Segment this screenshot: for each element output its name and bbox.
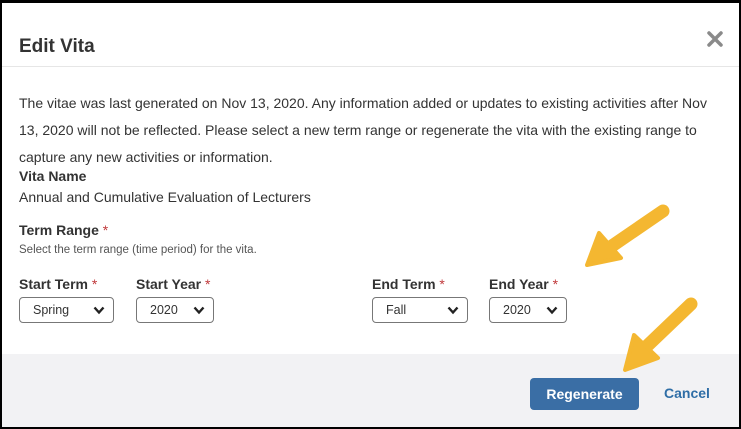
term-range-label: Term Range * [19,222,108,238]
start-year-label: Start Year * [136,276,210,292]
end-year-label: End Year * [489,276,558,292]
dialog-title: Edit Vita [19,36,95,57]
dialog-header: Edit Vita [2,3,739,67]
chevron-down-icon [93,306,105,315]
end-term-label-text: End Term [372,276,436,292]
end-year-select[interactable]: 2020 [489,297,567,323]
start-term-value: Spring [33,303,70,317]
required-marker: * [91,276,98,292]
end-year-value: 2020 [503,303,531,317]
start-year-select[interactable]: 2020 [136,297,214,323]
chevron-down-icon [447,306,459,315]
start-year-label-text: Start Year [136,276,202,292]
arrow-annotation [585,204,670,267]
start-term-label-text: Start Term [19,276,88,292]
start-year-value: 2020 [150,303,178,317]
required-marker: * [552,276,559,292]
dialog-body: The vitae was last generated on Nov 13, … [19,90,721,171]
end-term-label: End Term * [372,276,445,292]
end-term-value: Fall [386,303,407,317]
term-range-help: Select the term range (time period) for … [19,244,257,256]
close-icon[interactable] [705,29,725,49]
start-term-label: Start Term * [19,276,97,292]
chevron-down-icon [193,306,205,315]
end-year-label-text: End Year [489,276,549,292]
arrow-annotation [623,297,698,372]
required-marker: * [439,276,445,292]
end-term-select[interactable]: Fall [372,297,468,323]
regeneration-notice: The vitae was last generated on Nov 13, … [19,95,707,165]
vita-name-value: Annual and Cumulative Evaluation of Lect… [19,189,311,205]
term-range-label-text: Term Range [19,222,99,238]
cancel-button[interactable]: Cancel [664,385,710,401]
required-marker: * [102,222,109,238]
chevron-down-icon [546,306,558,315]
start-term-select[interactable]: Spring [19,297,114,323]
vita-name-label: Vita Name [19,168,87,184]
regenerate-button[interactable]: Regenerate [530,378,639,410]
required-marker: * [205,276,211,292]
